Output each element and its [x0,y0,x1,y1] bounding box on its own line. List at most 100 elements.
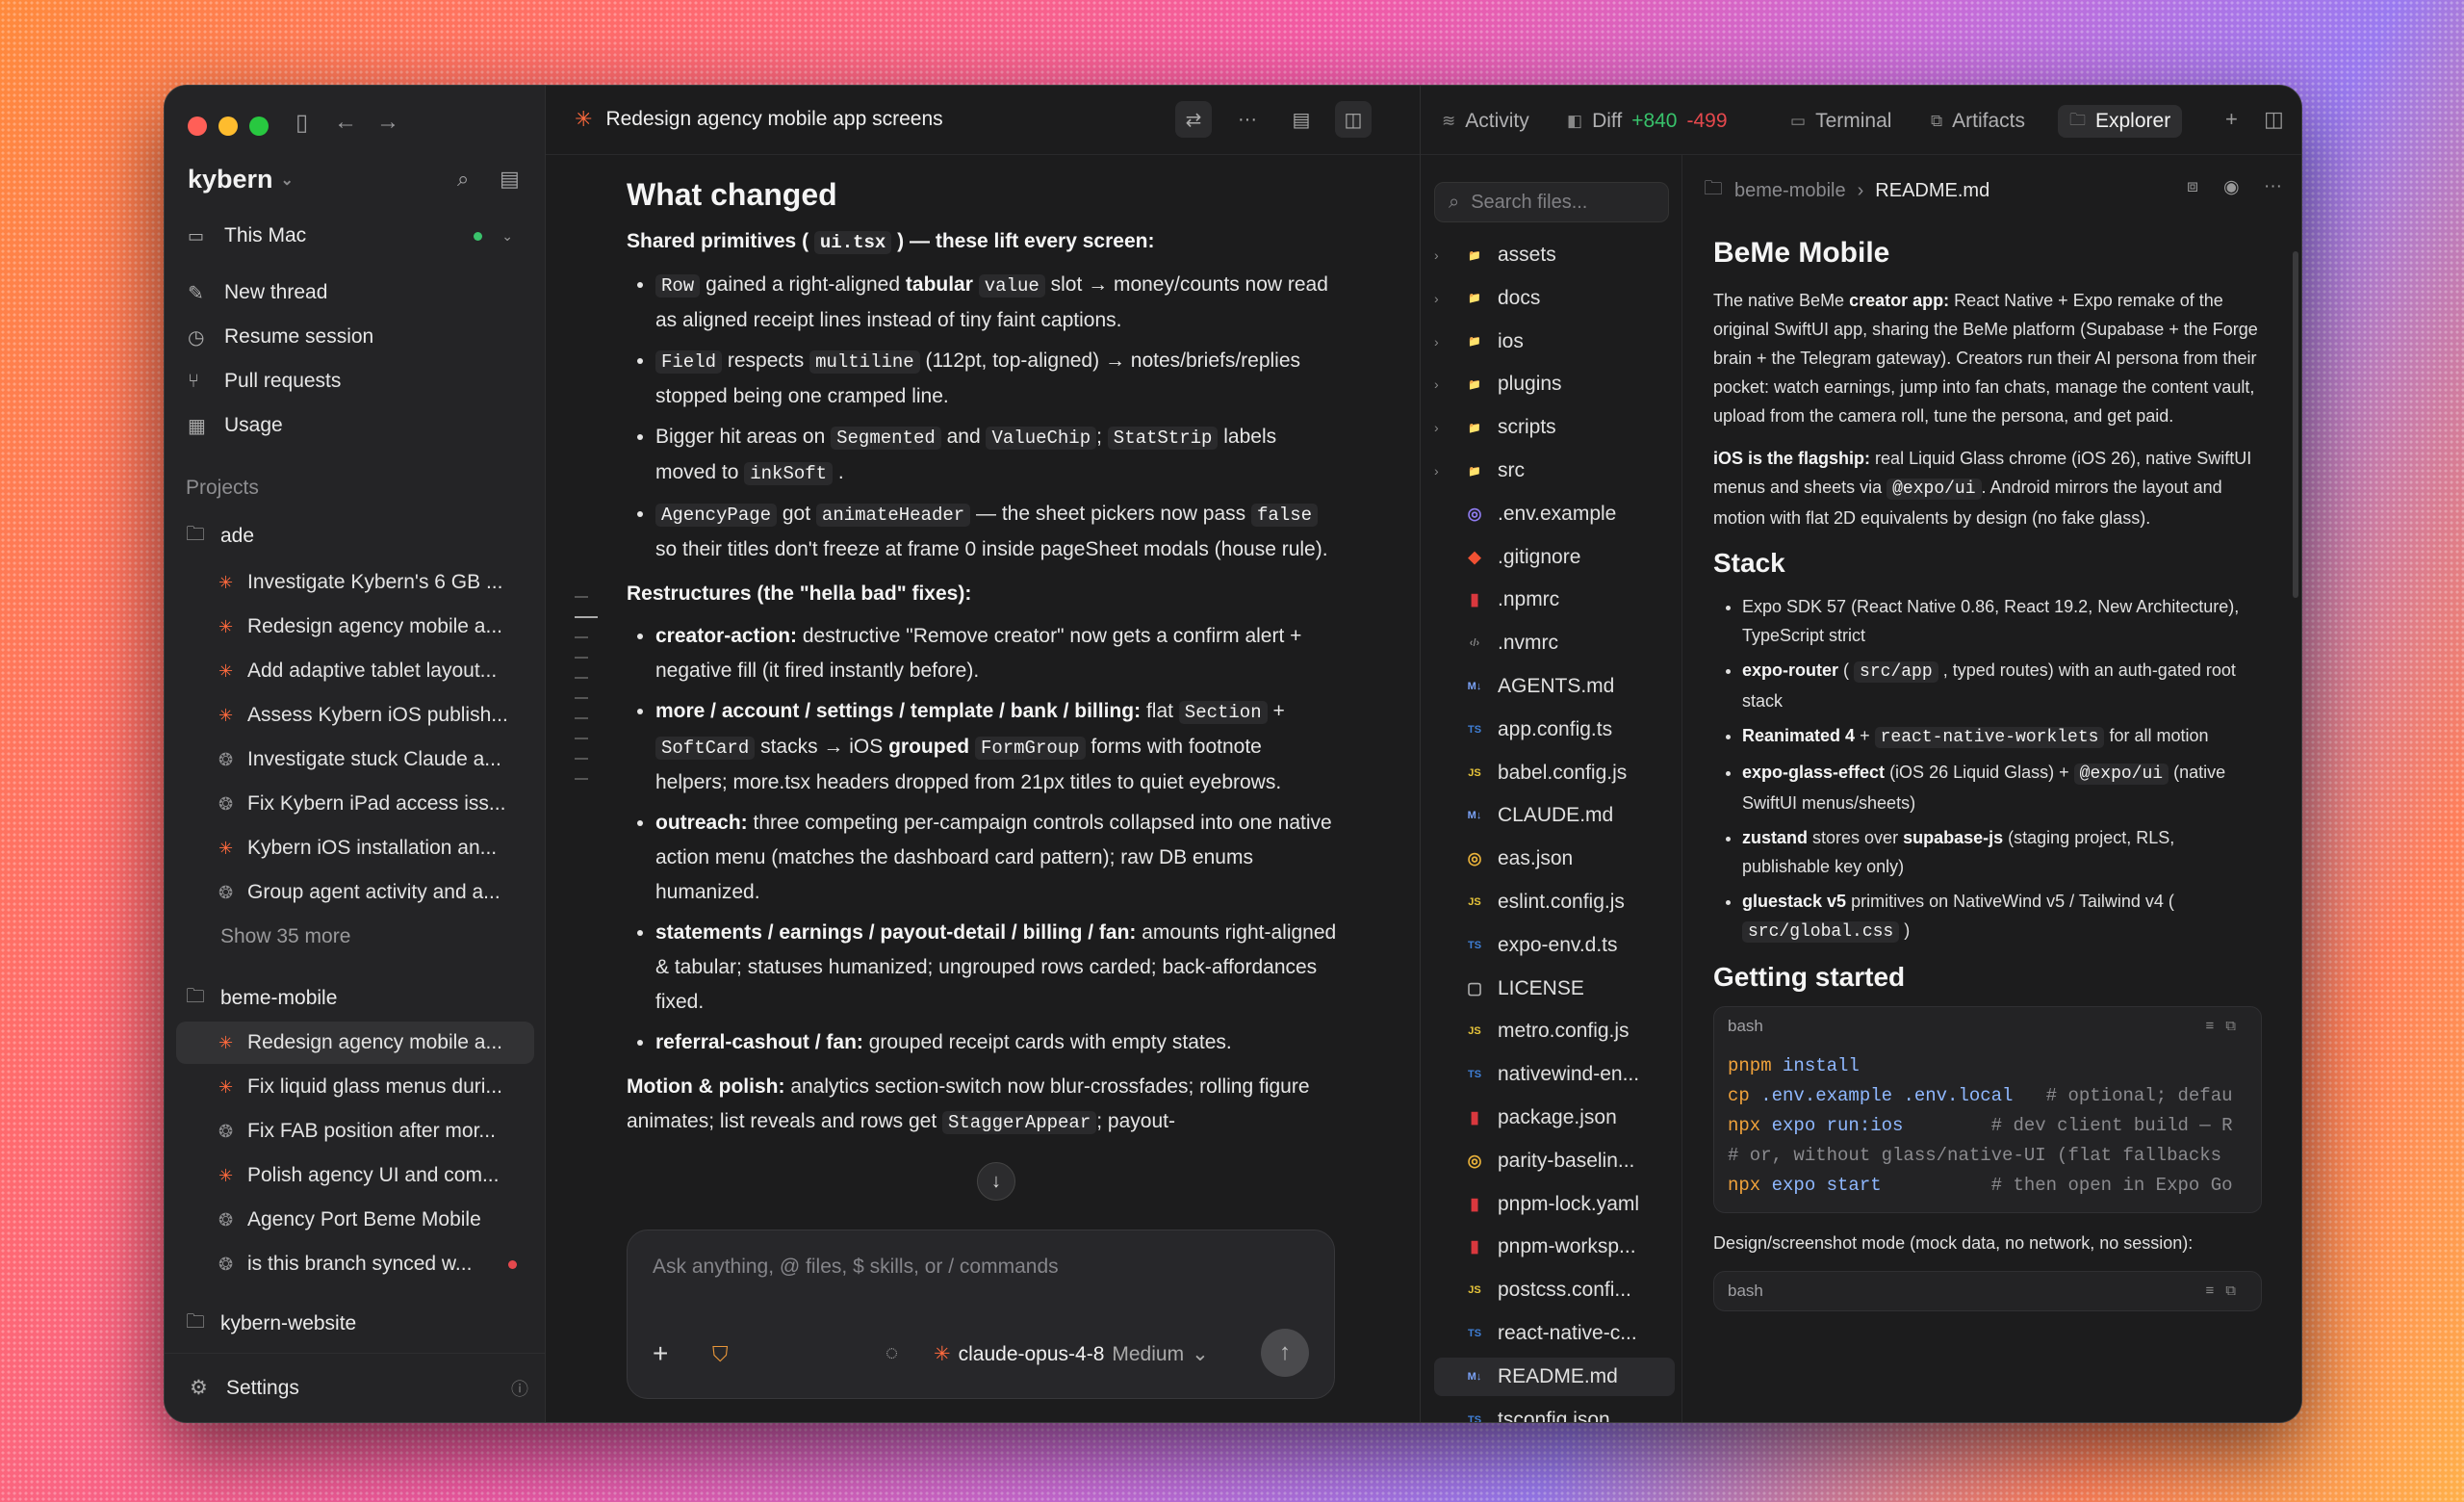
close-window-button[interactable] [188,117,207,136]
tab-terminal[interactable]: ▭ Terminal [1779,105,1903,138]
zoom-window-button[interactable] [249,117,269,136]
file-row[interactable]: M↓ CLAUDE.md [1434,796,1675,835]
project-ade[interactable]: 🗀 ade [186,515,532,557]
file-row[interactable]: JS metro.config.js [1434,1012,1675,1050]
thread-item[interactable]: ❂ is this branch synced w... [176,1243,534,1285]
file-row[interactable]: TS app.config.ts [1434,711,1675,749]
file-row[interactable]: M↓ AGENTS.md [1434,667,1675,706]
file-row[interactable]: JS postcss.confi... [1434,1271,1675,1309]
scrollbar[interactable] [2293,251,2298,598]
usage-item[interactable]: ▦ Usage [188,403,525,448]
forward-arrow-icon[interactable]: → [376,109,399,136]
prompt-input[interactable]: Ask anything, @ files, $ skills, or / co… [653,1256,1059,1279]
thread-item[interactable]: ✳ Investigate Kybern's 6 GB ... [176,561,534,604]
copy-icon[interactable]: ≡⧉ [2206,1012,2247,1041]
workspace-switcher[interactable]: kybern ⌄ [188,165,294,194]
file-search-input[interactable]: ⌕ Search files... [1434,182,1669,222]
openai-icon: ❂ [218,1121,234,1141]
new-thread-item[interactable]: ✎ New thread [188,271,525,315]
thread-item[interactable]: ✳ Fix liquid glass menus duri... [176,1066,534,1108]
typescript-icon: TS [1467,1328,1482,1339]
file-row[interactable]: JS babel.config.js [1434,754,1675,792]
thread-item[interactable]: ✳ Redesign agency mobile a... [176,606,534,648]
more-icon[interactable]: ··· [2264,176,2282,197]
file-row[interactable]: ◆ .gitignore [1434,538,1675,577]
notes-icon[interactable]: ▤ [500,167,520,192]
sidebar-toggle-icon[interactable]: ▯ [295,109,308,137]
scroll-to-bottom-button[interactable]: ↓ [977,1162,1015,1201]
add-attachment-icon[interactable]: + [653,1338,668,1369]
resume-session-item[interactable]: ◷ Resume session [188,315,525,359]
folder-row[interactable]: › 📁 ios [1434,323,1675,361]
file-row[interactable]: ▮ pnpm-lock.yaml [1434,1185,1675,1224]
thread-item[interactable]: ✳ Polish agency UI and com... [176,1154,534,1197]
preview-eye-icon[interactable]: ◉ [2223,176,2240,198]
panel-right-icon[interactable]: ◫ [1335,101,1372,138]
tab-diff[interactable]: ◧ Diff +840 -499 [1555,105,1739,138]
thread-item[interactable]: ❂ Fix Kybern iPad access iss... [176,783,534,825]
file-row[interactable]: TS tsconfig.json [1434,1401,1675,1422]
thread-item-selected[interactable]: ✳ Redesign agency mobile a... [176,1022,534,1064]
file-row[interactable]: TS nativewind-en... [1434,1055,1675,1094]
code: react-native-worklets [1874,727,2105,748]
send-button[interactable]: ↑ [1261,1329,1309,1377]
thread-item[interactable]: ✳ Kybern iOS installation an... [176,827,534,869]
thread-item[interactable]: ❂ Fix FAB position after mor... [176,1110,534,1152]
file-row[interactable]: ‹/› .nvmrc [1434,624,1675,662]
copy-icon[interactable]: ≡⧉ [2206,1277,2247,1306]
file-row[interactable]: ◎ eas.json [1434,840,1675,878]
file-row[interactable]: ▮ package.json [1434,1099,1675,1137]
panel-layout-icon[interactable]: ◫ [2264,107,2284,132]
file-name: babel.config.js [1498,761,1628,784]
swap-icon[interactable]: ⇄ [1175,101,1212,138]
folder-row[interactable]: › 📁 docs [1434,279,1675,318]
tab-artifacts[interactable]: ⧉ Artifacts [1919,105,2037,138]
folder-row[interactable]: › 📁 scripts [1434,408,1675,447]
folder-row[interactable]: › 📁 plugins [1434,365,1675,403]
text: more / account / settings / template / b… [655,700,1142,722]
minimize-window-button[interactable] [218,117,238,136]
file-row[interactable]: ◎ .env.example [1434,495,1675,533]
list-item: AgencyPage got animateHeader — the sheet… [655,497,1339,567]
scroll-minimap[interactable] [575,596,598,798]
model-selector[interactable]: ✳ claude-opus-4-8 Medium ⌄ [934,1342,1209,1366]
tab-explorer[interactable]: 🗀 Explorer [2058,105,2183,138]
project-beme-mobile[interactable]: 🗀 beme-mobile [186,977,532,1020]
file-row[interactable]: M↓ README.md [1434,1357,1675,1396]
paragraph: The native BeMe creator app: React Nativ… [1713,286,2262,430]
file-row[interactable]: TS expo-env.d.ts [1434,926,1675,965]
location-selector[interactable]: ▭ This Mac ⌄ [188,217,525,255]
back-arrow-icon[interactable]: ← [334,109,357,136]
file-row[interactable]: ◎ parity-baselin... [1434,1142,1675,1180]
folder-row[interactable]: › 📁 assets [1434,236,1675,274]
settings-button[interactable]: ⚙ Settings ⓘ [165,1353,546,1422]
thread-item[interactable]: ✳ Add adaptive tablet layout... [176,650,534,692]
composer[interactable]: Ask anything, @ files, $ skills, or / co… [627,1230,1335,1399]
help-icon[interactable]: ⓘ [511,1376,528,1401]
pull-requests-item[interactable]: ⑂ Pull requests [188,359,525,403]
add-tab-icon[interactable]: + [2225,107,2238,132]
source-view-icon[interactable]: ⧈ [2187,176,2198,197]
breadcrumb-dir[interactable]: beme-mobile [1734,180,1846,202]
code: src/app [1854,661,1938,683]
tab-activity[interactable]: ≋ Activity [1430,105,1541,138]
file-row[interactable]: ▢ LICENSE [1434,970,1675,1008]
thread-item[interactable]: ✳ Assess Kybern iOS publish... [176,694,534,737]
code-file-icon: ‹/› [1469,637,1480,650]
panel-bottom-icon[interactable]: ▤ [1283,101,1320,138]
show-more-link[interactable]: Show 35 more [220,925,350,948]
file-row[interactable]: ▮ .npmrc [1434,581,1675,619]
code-line: npx expo run:ios # dev client build — R [1728,1111,2247,1141]
more-icon[interactable]: ··· [1229,101,1266,138]
thread-item[interactable]: ❂ Investigate stuck Claude a... [176,738,534,781]
file-row[interactable]: TS react-native-c... [1434,1314,1675,1353]
thread-item[interactable]: ❂ Group agent activity and a... [176,871,534,914]
folder-row[interactable]: › 📁 src [1434,452,1675,490]
project-kybern-website[interactable]: 🗀 kybern-website [186,1303,532,1345]
file-row[interactable]: JS eslint.config.js [1434,883,1675,921]
shield-icon[interactable]: ⛉ [712,1342,729,1367]
text: ; [1096,426,1102,448]
thread-item[interactable]: ❂ Agency Port Beme Mobile [176,1199,534,1241]
search-icon[interactable]: ⌕ [457,167,469,192]
file-row[interactable]: ▮ pnpm-worksp... [1434,1228,1675,1266]
